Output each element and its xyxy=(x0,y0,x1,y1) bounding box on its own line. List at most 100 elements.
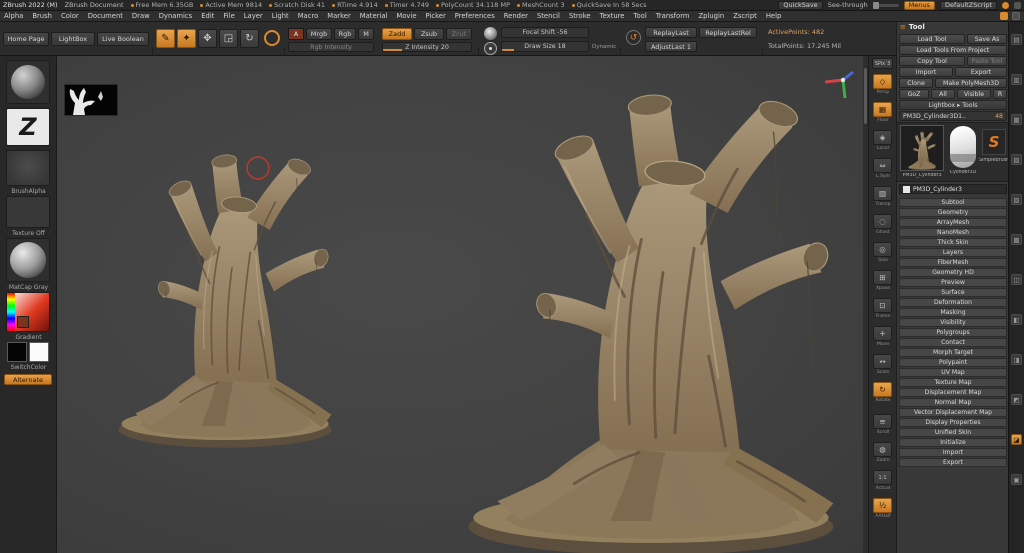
scroll-canvas-icon[interactable]: ≡ xyxy=(873,414,892,429)
dock-icon-2[interactable]: ▥ xyxy=(1011,74,1022,85)
zscript-button[interactable]: DefaultZScript xyxy=(940,1,997,10)
adjust-last-button[interactable]: AdjustLast 1 xyxy=(645,41,697,52)
dynamic-toggle[interactable]: Dynamic xyxy=(592,44,616,50)
scale-mode-icon[interactable]: ◲ xyxy=(219,29,238,48)
local-toggle-icon[interactable]: ◈ xyxy=(873,130,892,145)
menu-item-stencil[interactable]: Stencil xyxy=(537,12,560,20)
tool-section-import[interactable]: Import xyxy=(899,448,1007,457)
active-tool-bar[interactable]: PM3D_Cylinder3 xyxy=(899,184,1007,194)
menu-item-preferences[interactable]: Preferences xyxy=(455,12,495,20)
tool-section-contact[interactable]: Contact xyxy=(899,338,1007,347)
zoom-canvas-icon[interactable]: ◍ xyxy=(873,442,892,457)
current-material-thumbnail[interactable] xyxy=(6,238,50,282)
m-button[interactable]: M xyxy=(358,28,374,40)
tool-section-uv-map[interactable]: UV Map xyxy=(899,368,1007,377)
dock-icon-10[interactable]: ◩ xyxy=(1011,394,1022,405)
menu-item-material[interactable]: Material xyxy=(360,12,388,20)
palette-burger-icon[interactable]: ≡ xyxy=(900,23,906,31)
tool-section-thick-skin[interactable]: Thick Skin xyxy=(899,238,1007,247)
frame-toggle-icon[interactable]: ⊡ xyxy=(873,298,892,313)
home-page-button[interactable]: Home Page xyxy=(3,32,49,46)
draw-size-icon[interactable] xyxy=(484,42,497,55)
tool-section-deformation[interactable]: Deformation xyxy=(899,298,1007,307)
dock-icon-9[interactable]: ◨ xyxy=(1011,354,1022,365)
tool-section-geometry[interactable]: Geometry xyxy=(899,208,1007,217)
tool-section-unified-skin[interactable]: Unified Skin xyxy=(899,428,1007,437)
active-tool-thumbnail[interactable] xyxy=(900,125,944,171)
secondary-color-swatch[interactable] xyxy=(29,342,49,362)
menubar-orange-icon[interactable] xyxy=(1000,12,1008,20)
brush-ring-icon[interactable] xyxy=(264,30,280,46)
tool-section-polygroups[interactable]: Polygroups xyxy=(899,328,1007,337)
menu-item-document[interactable]: Document xyxy=(88,12,123,20)
tool-section-normal-map[interactable]: Normal Map xyxy=(899,398,1007,407)
goz-visible-button[interactable]: Visible xyxy=(957,89,991,99)
persp-toggle-icon[interactable]: ◇ xyxy=(873,74,892,89)
tool-section-display-properties[interactable]: Display Properties xyxy=(899,418,1007,427)
tool-section-texture-map[interactable]: Texture Map xyxy=(899,378,1007,387)
menu-item-layer[interactable]: Layer xyxy=(244,12,263,20)
zadd-button[interactable]: Zadd xyxy=(382,28,412,40)
menu-item-light[interactable]: Light xyxy=(272,12,289,20)
scale-view-icon[interactable]: ↔ xyxy=(873,354,892,369)
tool-name-slider[interactable]: PM3D_Cylinder3D1..48 xyxy=(899,111,1007,121)
tool-section-geometry-hd[interactable]: Geometry HD xyxy=(899,268,1007,277)
menu-item-marker[interactable]: Marker xyxy=(327,12,351,20)
simplebrush-thumbnail[interactable]: S xyxy=(982,129,1006,155)
clone-button[interactable]: Clone xyxy=(899,78,933,88)
menu-item-stroke[interactable]: Stroke xyxy=(569,12,591,20)
tool-section-visibility[interactable]: Visibility xyxy=(899,318,1007,327)
titlebar-misc-icon[interactable] xyxy=(1014,2,1021,9)
copy-tool-button[interactable]: Copy Tool xyxy=(899,56,965,66)
dock-icon-1[interactable]: ▤ xyxy=(1011,34,1022,45)
menu-item-dynamics[interactable]: Dynamics xyxy=(159,12,193,20)
lsym-toggle-icon[interactable]: ⇔ xyxy=(873,158,892,173)
current-alpha-thumbnail[interactable] xyxy=(6,150,50,186)
z-intensity-slider[interactable]: Z Intensity 20 xyxy=(382,42,472,52)
zsub-button[interactable]: Zsub xyxy=(414,28,444,40)
document-canvas[interactable] xyxy=(57,56,868,553)
load-tool-button[interactable]: Load Tool xyxy=(899,34,965,44)
tool-section-preview[interactable]: Preview xyxy=(899,278,1007,287)
rotate-view-icon[interactable]: ↻ xyxy=(873,382,892,397)
cylinder3d-thumbnail[interactable] xyxy=(950,126,976,168)
tool-section-layers[interactable]: Layers xyxy=(899,248,1007,257)
spix-slider[interactable]: SPix3 xyxy=(872,58,893,69)
menu-item-zscript[interactable]: Zscript xyxy=(733,12,757,20)
export-button[interactable]: Export xyxy=(955,67,1007,77)
actual-size-icon[interactable]: 1:1 xyxy=(873,470,892,485)
goz-button[interactable]: GoZ xyxy=(899,89,929,99)
hue-strip[interactable] xyxy=(7,293,15,331)
current-brush-thumbnail[interactable] xyxy=(6,60,50,104)
dock-icon-3[interactable]: ▦ xyxy=(1011,114,1022,125)
move-view-icon[interactable]: + xyxy=(873,326,892,341)
aahalf-icon[interactable]: ½ xyxy=(873,498,892,513)
tool-section-masking[interactable]: Masking xyxy=(899,308,1007,317)
menu-item-texture[interactable]: Texture xyxy=(600,12,625,20)
menu-item-transform[interactable]: Transform xyxy=(656,12,690,20)
menu-item-macro[interactable]: Macro xyxy=(298,12,319,20)
lightbox-button[interactable]: LightBox xyxy=(51,32,95,46)
circle-indicator-icon[interactable] xyxy=(1002,2,1009,9)
dock-icon-4[interactable]: ▧ xyxy=(1011,154,1022,165)
tool-section-displacement-map[interactable]: Displacement Map xyxy=(899,388,1007,397)
dock-icon-8[interactable]: ◧ xyxy=(1011,314,1022,325)
draw-size-slider[interactable]: Draw Size 18 xyxy=(501,41,589,52)
rotate-mode-icon[interactable]: ↻ xyxy=(240,29,259,48)
tool-section-initialize[interactable]: Initialize xyxy=(899,438,1007,447)
rgb-button[interactable]: Rgb xyxy=(334,28,356,40)
menu-item-edit[interactable]: Edit xyxy=(201,12,214,20)
alternate-button[interactable]: Alternate xyxy=(4,374,52,385)
tool-section-export[interactable]: Export xyxy=(899,458,1007,467)
menu-item-file[interactable]: File xyxy=(223,12,234,20)
tool-section-fibermesh[interactable]: FiberMesh xyxy=(899,258,1007,267)
tool-section-arraymesh[interactable]: ArrayMesh xyxy=(899,218,1007,227)
current-texture-thumbnail[interactable] xyxy=(6,196,50,228)
dock-icon-12[interactable]: ▣ xyxy=(1011,474,1022,485)
ghost-toggle-icon[interactable]: ◌ xyxy=(873,214,892,229)
solo-toggle-icon[interactable]: ◎ xyxy=(873,242,892,257)
tool-section-polypaint[interactable]: Polypaint xyxy=(899,358,1007,367)
mrgb-button[interactable]: Mrgb xyxy=(306,28,332,40)
replay-last-rel-button[interactable]: ReplayLastRel xyxy=(699,27,757,38)
menu-item-alpha[interactable]: Alpha xyxy=(4,12,23,20)
